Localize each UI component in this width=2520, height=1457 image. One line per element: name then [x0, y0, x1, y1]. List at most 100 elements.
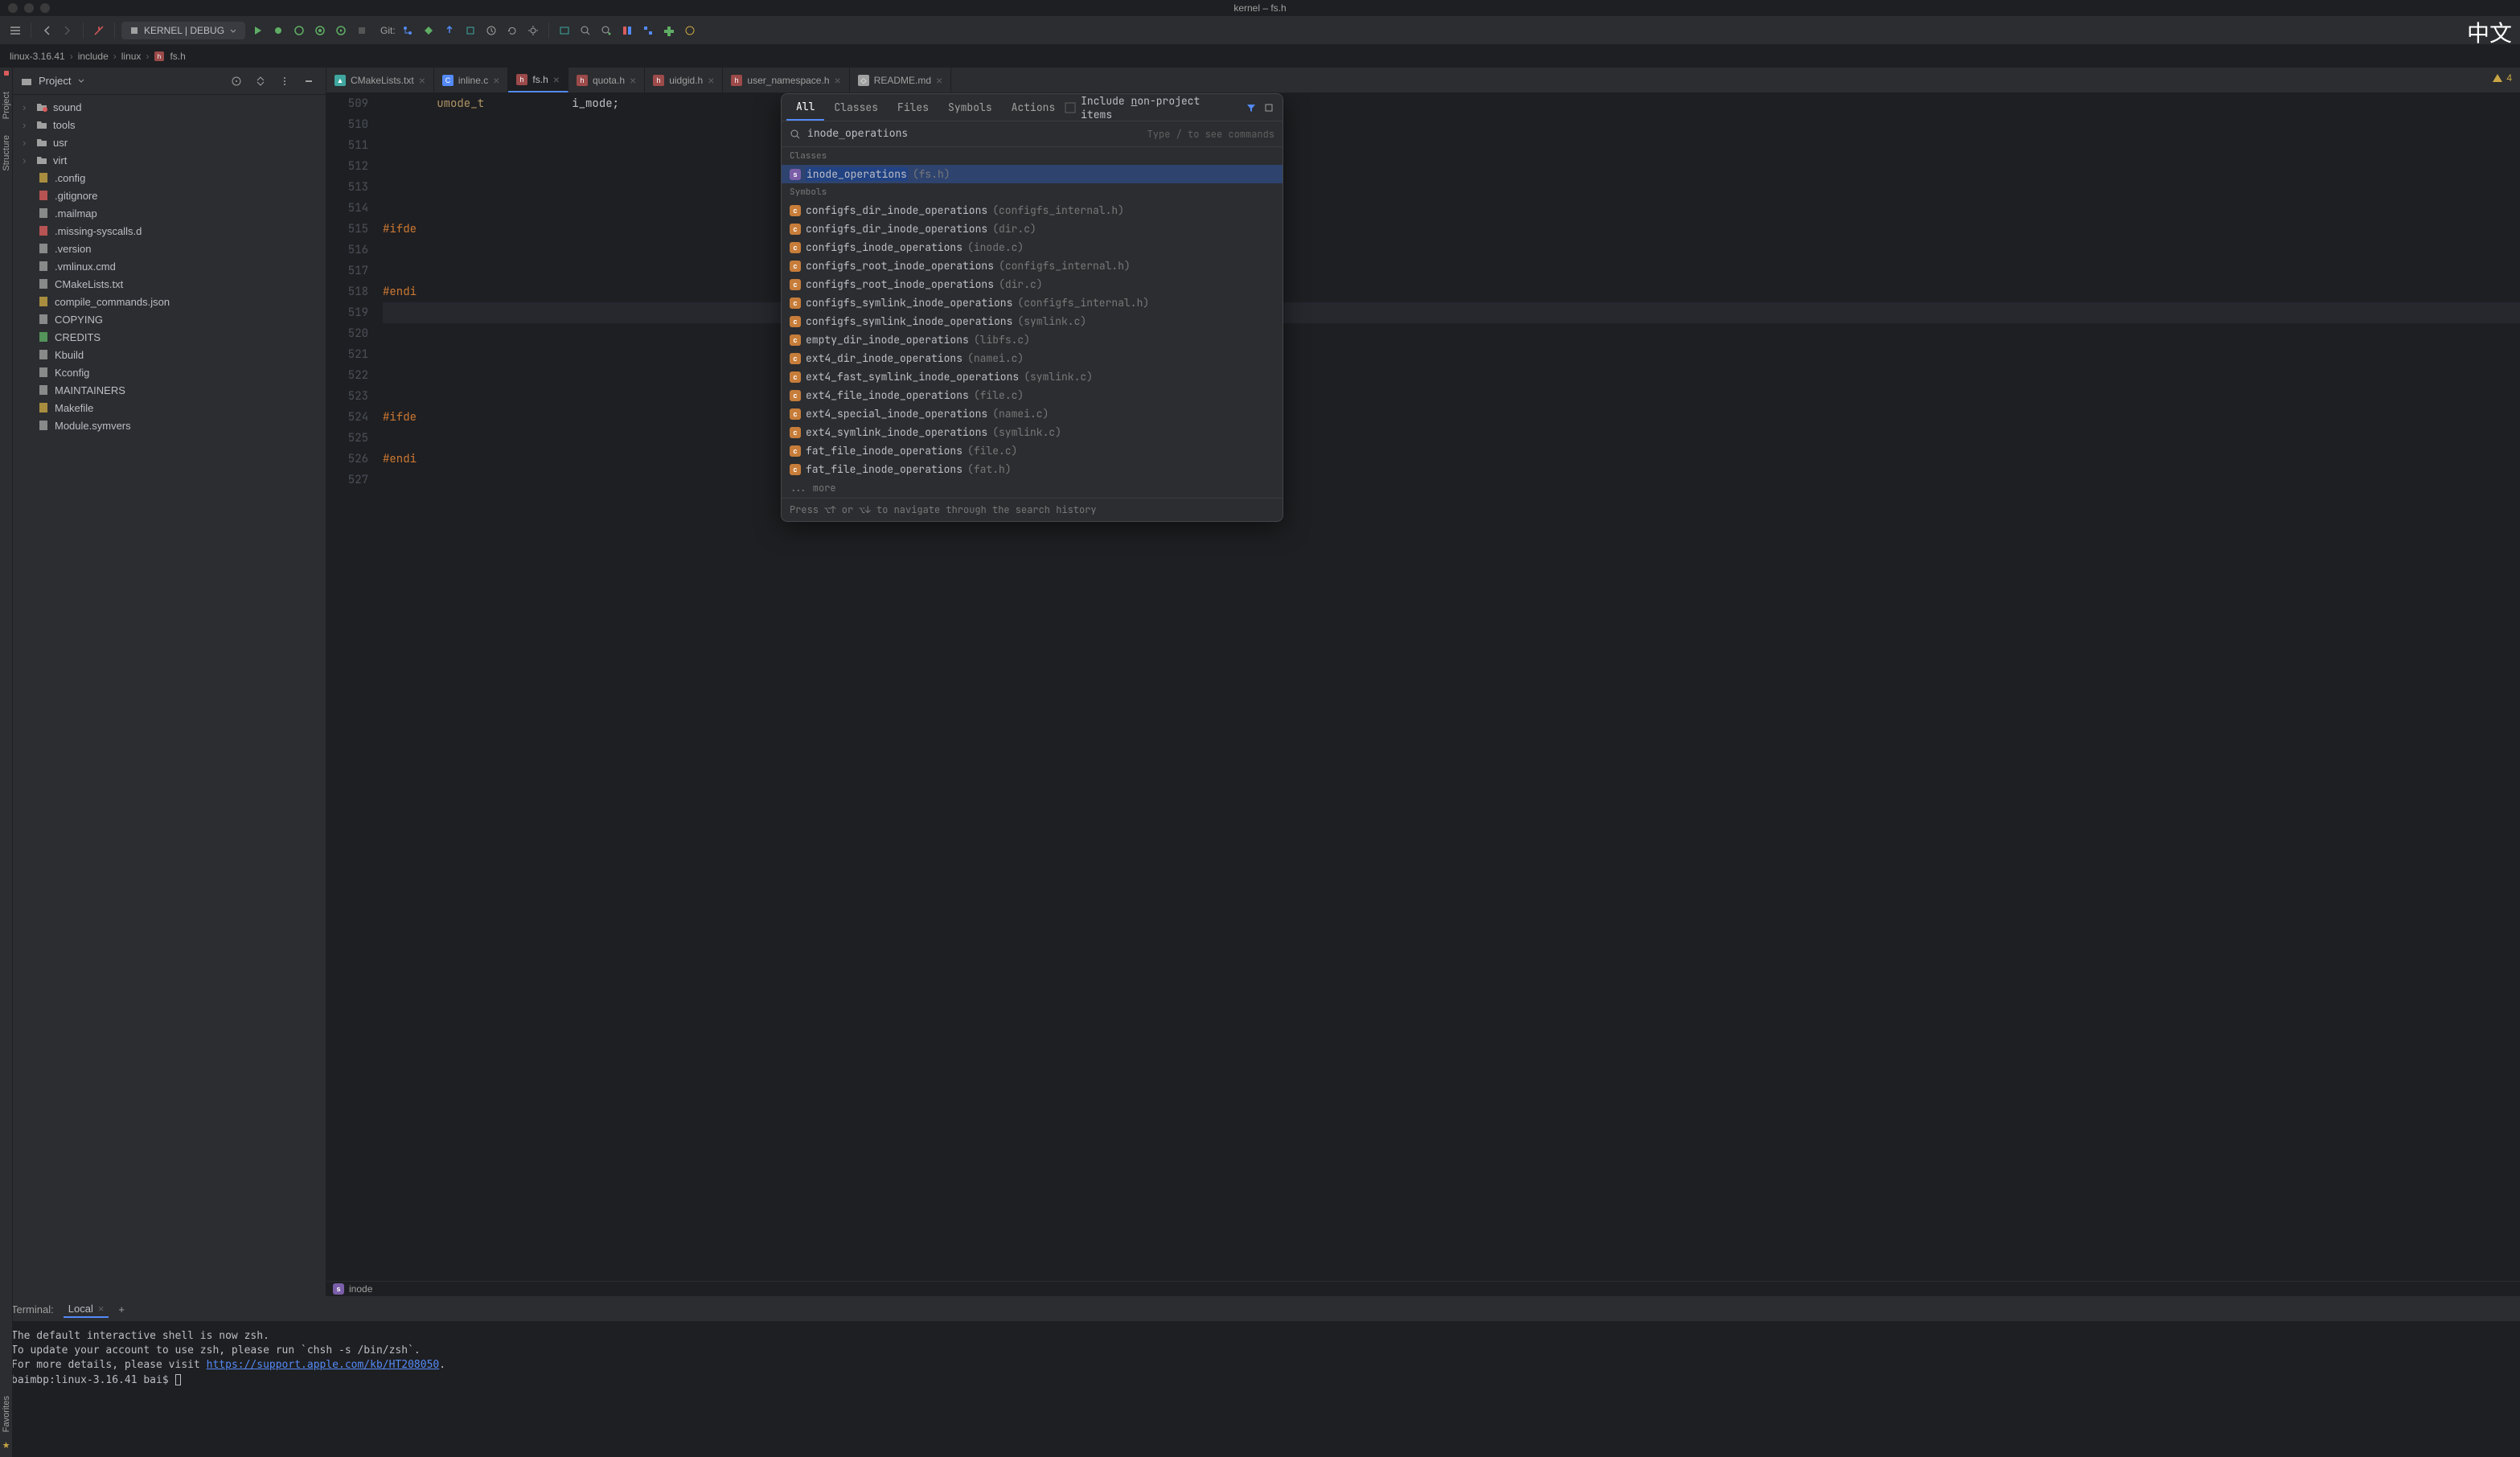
search-result-item[interactable]: cempty_dir_inode_operations (libfs.c) — [782, 330, 1283, 349]
git-branch-icon[interactable] — [399, 22, 417, 39]
pin-icon[interactable] — [1260, 99, 1278, 117]
git-history-icon[interactable] — [482, 22, 500, 39]
code-line[interactable] — [383, 386, 2520, 407]
close-window-icon[interactable] — [8, 3, 18, 13]
bug-icon[interactable] — [269, 22, 287, 39]
code-line[interactable] — [383, 428, 2520, 449]
tree-item[interactable]: Makefile — [13, 399, 326, 417]
search-result-item[interactable]: cconfigfs_symlink_inode_operations (syml… — [782, 312, 1283, 330]
search-tab-classes[interactable]: Classes — [824, 94, 888, 121]
editor-tab[interactable]: hquota.h× — [568, 68, 645, 92]
search-result-item[interactable]: cext4_special_inode_operations (namei.c) — [782, 404, 1283, 423]
menu-icon[interactable] — [6, 22, 24, 39]
code-line[interactable] — [383, 135, 2520, 156]
search-tab-files[interactable]: Files — [888, 94, 938, 121]
code-line[interactable] — [383, 240, 2520, 261]
rail-project[interactable]: Project — [2, 92, 11, 119]
run-icon[interactable] — [248, 22, 266, 39]
search-result-item[interactable]: cext4_dir_inode_operations (namei.c) — [782, 349, 1283, 367]
window-controls[interactable] — [0, 3, 50, 13]
code-line[interactable] — [383, 177, 2520, 198]
search-result-item[interactable]: sinode_operations (fs.h) — [782, 165, 1283, 183]
search-result-item[interactable]: cconfigfs_symlink_inode_operations (conf… — [782, 293, 1283, 312]
star-icon[interactable]: ★ — [2, 1440, 10, 1451]
warnings-indicator[interactable]: 4 — [2492, 72, 2512, 84]
code-line[interactable]: umode_t i_mode; — [383, 93, 2520, 114]
search-tab-all[interactable]: All — [786, 94, 824, 121]
filter-icon[interactable] — [1242, 99, 1260, 117]
search-result-item[interactable]: cfat_file_inode_operations (fat.h) — [782, 460, 1283, 478]
bc-item[interactable]: include — [78, 51, 109, 62]
terminal-output[interactable]: The default interactive shell is now zsh… — [0, 1321, 2520, 1457]
run-alt-icon[interactable] — [332, 22, 350, 39]
run-config-selector[interactable]: KERNEL | DEBUG — [121, 22, 245, 39]
nav-forward-icon[interactable] — [59, 22, 76, 39]
search-tab-symbols[interactable]: Symbols — [938, 94, 1002, 121]
search-result-item[interactable]: cconfigfs_inode_operations (inode.c) — [782, 238, 1283, 257]
editor-tab[interactable]: hfs.h× — [508, 68, 568, 92]
tree-item[interactable]: CMakeLists.txt — [13, 275, 326, 293]
code-line[interactable]: #endi — [383, 281, 2520, 302]
code-line[interactable]: #ifde — [383, 219, 2520, 240]
search-result-item[interactable]: cext4_symlink_inode_operations (symlink.… — [782, 423, 1283, 441]
editor-tab[interactable]: huidgid.h× — [645, 68, 723, 92]
add-terminal-icon[interactable]: + — [118, 1303, 125, 1315]
code-line[interactable] — [383, 198, 2520, 219]
tree-item[interactable]: MAINTAINERS — [13, 381, 326, 399]
close-icon[interactable]: × — [708, 74, 714, 87]
term-link[interactable]: https://support.apple.com/kb/HT208050 — [207, 1359, 440, 1371]
code-editor[interactable]: 5095105115125135145155165175185195205215… — [326, 93, 2520, 1281]
tree-item[interactable]: ›sound — [13, 98, 326, 116]
code-line[interactable] — [383, 323, 2520, 344]
tree-item[interactable]: COPYING — [13, 310, 326, 328]
editor-tab[interactable]: Cinline.c× — [434, 68, 509, 92]
search-result-item[interactable]: cconfigfs_root_inode_operations (dir.c) — [782, 275, 1283, 293]
close-icon[interactable]: × — [936, 74, 942, 87]
editor-tab[interactable]: ◇README.md× — [850, 68, 952, 92]
collapse-icon[interactable] — [252, 72, 269, 90]
close-icon[interactable]: × — [98, 1303, 105, 1315]
tree-item[interactable]: .mailmap — [13, 204, 326, 222]
profile-icon[interactable] — [311, 22, 329, 39]
editor-tab[interactable]: ▲CMakeLists.txt× — [326, 68, 434, 92]
code-line[interactable] — [383, 261, 2520, 281]
editor-tab[interactable]: huser_namespace.h× — [723, 68, 849, 92]
code-line[interactable]: #endi — [383, 449, 2520, 470]
project-tree[interactable]: ›sound›tools›usr›virt.config.gitignore.m… — [13, 95, 326, 1296]
code-line[interactable] — [383, 302, 2520, 323]
locate-icon[interactable] — [228, 72, 245, 90]
search-result-item[interactable]: cconfigfs_root_inode_operations (configf… — [782, 257, 1283, 275]
search-result-item[interactable]: cext4_file_inode_operations (file.c) — [782, 386, 1283, 404]
more-icon[interactable] — [276, 72, 293, 90]
plugin1-icon[interactable] — [618, 22, 636, 39]
bc-item[interactable]: fs.h — [170, 51, 185, 62]
close-icon[interactable]: × — [553, 73, 560, 86]
search-icon[interactable] — [577, 22, 594, 39]
tree-item[interactable]: .version — [13, 240, 326, 257]
more-results[interactable]: ... more — [782, 478, 1283, 498]
nav-back-icon[interactable] — [38, 22, 55, 39]
code-line[interactable] — [383, 365, 2520, 386]
code-line[interactable] — [383, 344, 2520, 365]
git-update-icon[interactable] — [462, 22, 479, 39]
close-icon[interactable]: × — [493, 74, 499, 87]
plugin3-icon[interactable] — [660, 22, 678, 39]
hide-icon[interactable] — [300, 72, 318, 90]
rail-favorites[interactable]: Favorites — [2, 1396, 11, 1432]
code-line[interactable]: #ifde — [383, 407, 2520, 428]
bc-item[interactable]: linux — [121, 51, 142, 62]
search-input[interactable] — [807, 128, 1141, 140]
code-lines[interactable]: umode_t i_mode; #ifde #endi #ifde #endi — [383, 93, 2520, 1281]
close-icon[interactable]: × — [630, 74, 636, 87]
plugin2-icon[interactable] — [639, 22, 657, 39]
code-with-me-icon[interactable] — [556, 22, 573, 39]
tree-item[interactable]: ›usr — [13, 133, 326, 151]
settings-icon[interactable] — [524, 22, 542, 39]
code-line[interactable] — [383, 470, 2520, 490]
tree-item[interactable]: ›virt — [13, 151, 326, 169]
tree-item[interactable]: Module.symvers — [13, 417, 326, 434]
minimize-window-icon[interactable] — [24, 3, 34, 13]
code-line[interactable] — [383, 114, 2520, 135]
coverage-icon[interactable] — [290, 22, 308, 39]
search-result-item[interactable]: cfat_file_inode_operations (file.c) — [782, 441, 1283, 460]
